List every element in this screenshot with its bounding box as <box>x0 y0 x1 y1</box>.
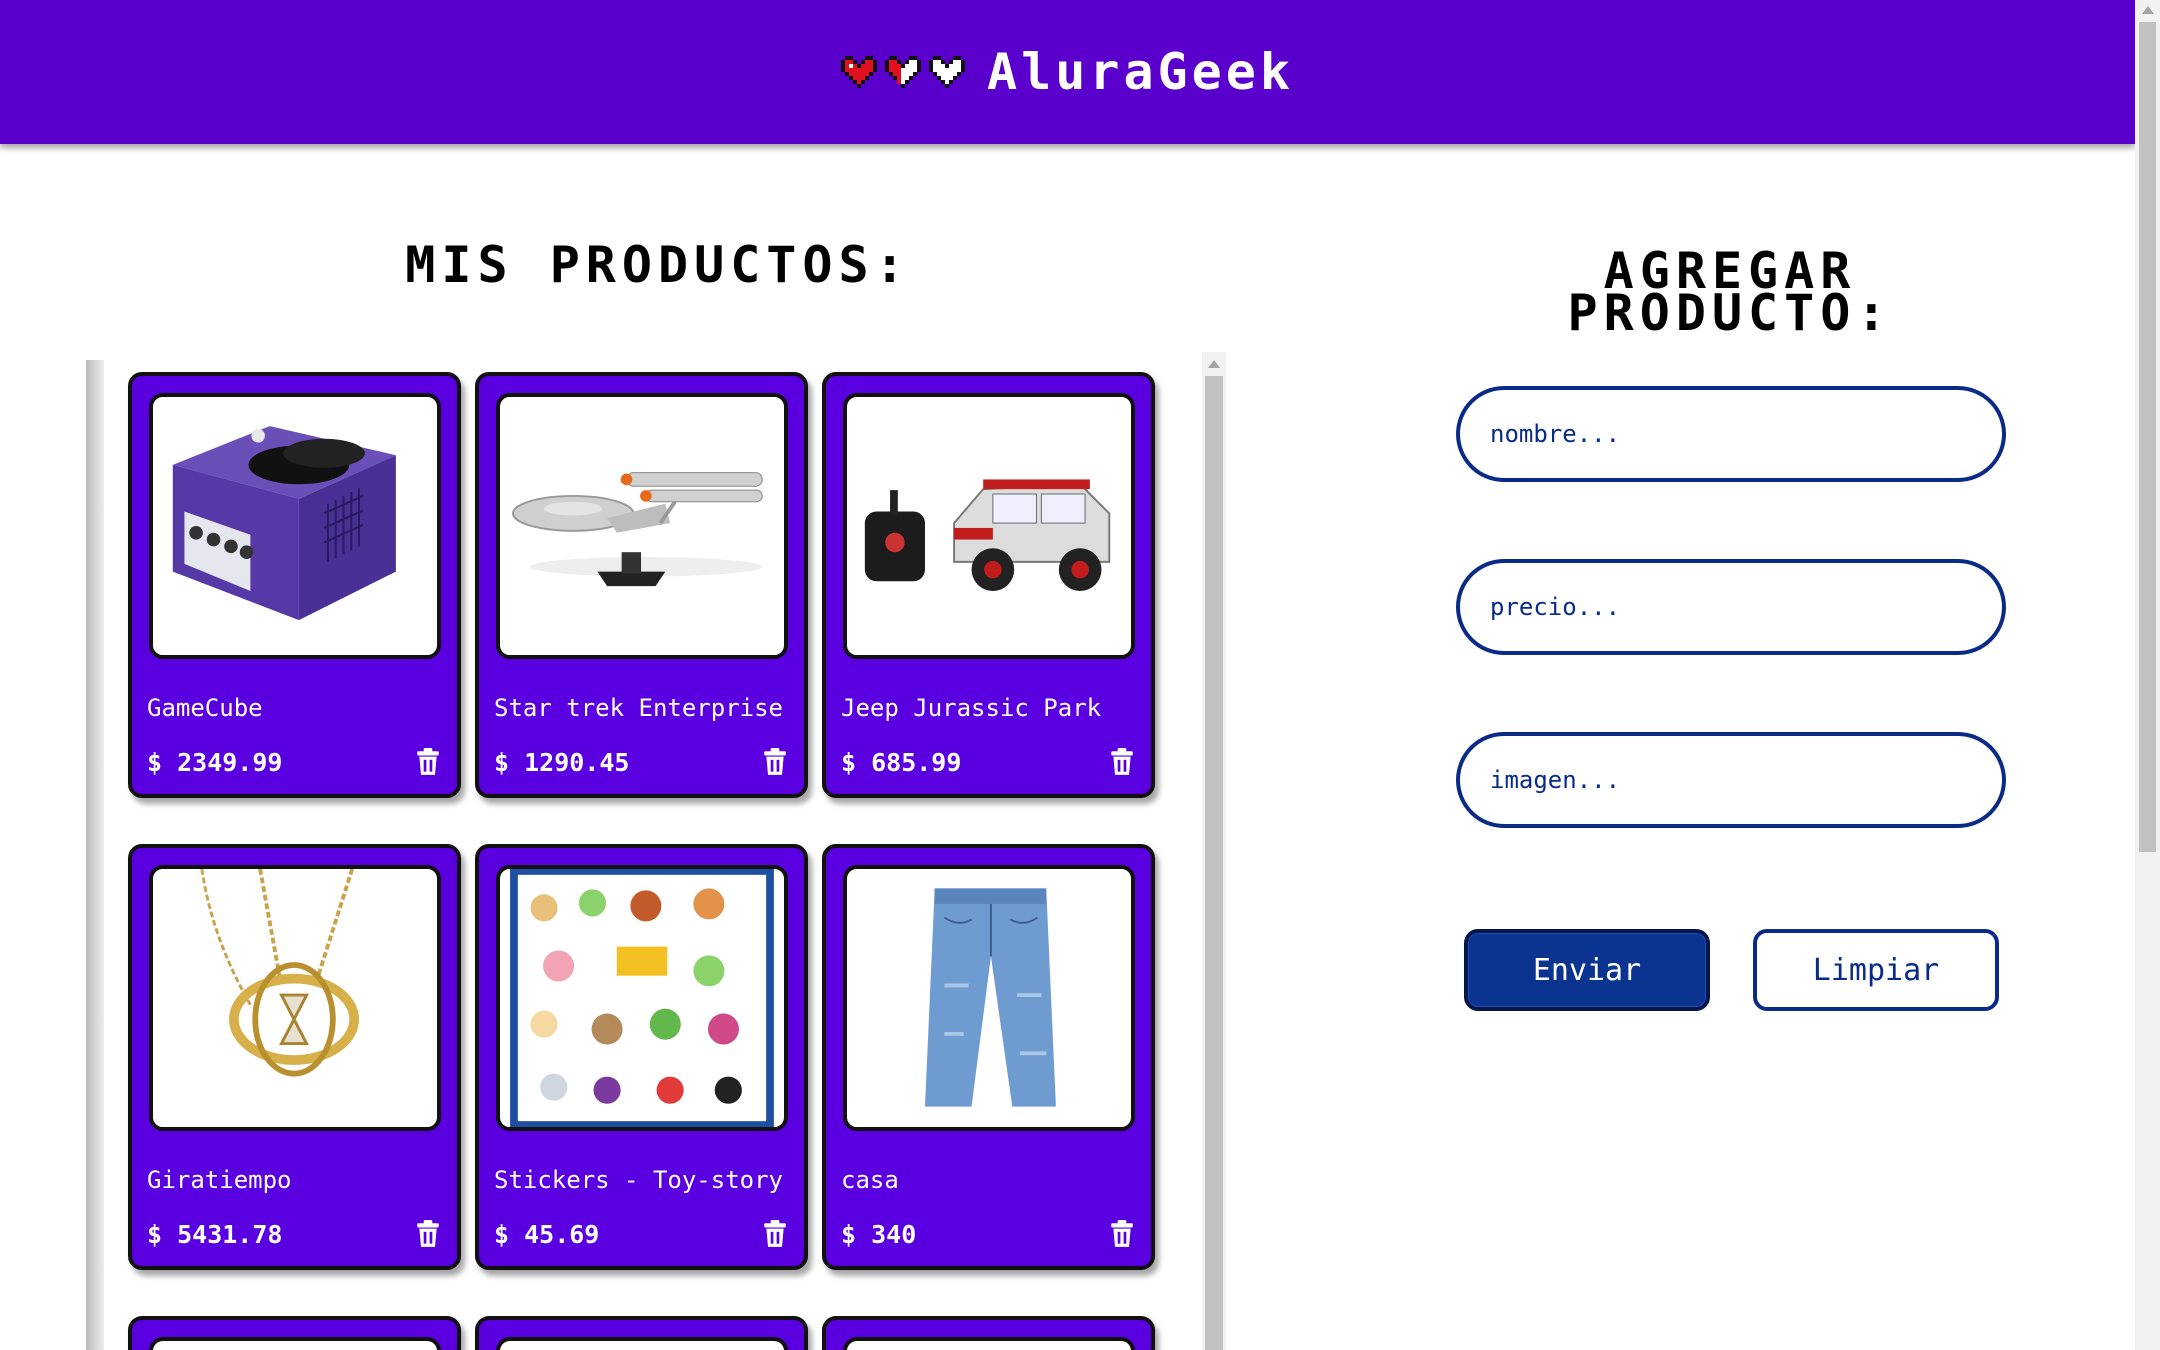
product-price: $ 2349.99 <box>147 748 283 777</box>
product-image <box>843 865 1135 1131</box>
site-header: AluraGeek <box>0 0 2135 144</box>
product-card: Giratiempo $ 5431.78 <box>128 844 461 1270</box>
gamecube-image <box>153 397 437 655</box>
product-image <box>149 865 441 1131</box>
time-turner-image <box>153 869 437 1127</box>
products-grid: GameCube $ 2349.99 Star trek Enterprise … <box>128 372 1155 1350</box>
product-card: Stickers - Toy-story $ 45.69 <box>475 844 808 1270</box>
image-input[interactable] <box>1456 732 2006 828</box>
product-card-partial <box>822 1316 1155 1350</box>
hearts-logo <box>841 54 966 90</box>
product-card-partial <box>475 1316 808 1350</box>
panel-shadow-edge <box>86 360 104 1350</box>
product-image <box>496 393 788 659</box>
product-name: Star trek Enterprise <box>494 694 783 722</box>
products-scrollbar[interactable] <box>1202 352 1226 1350</box>
product-name: Jeep Jurassic Park <box>841 694 1102 722</box>
send-button[interactable]: Enviar <box>1464 929 1710 1011</box>
product-price: $ 45.69 <box>494 1220 600 1249</box>
scroll-up-arrow-icon[interactable] <box>1208 360 1220 368</box>
toy-story-stickers-image <box>500 869 784 1127</box>
product-card: GameCube $ 2349.99 <box>128 372 461 798</box>
product-name: GameCube <box>147 694 263 722</box>
product-name: Stickers - Toy-story <box>494 1166 783 1194</box>
product-price: $ 5431.78 <box>147 1220 283 1249</box>
rc-jeep-image <box>847 397 1131 655</box>
heart-full-icon <box>841 56 878 88</box>
product-image <box>149 1337 441 1350</box>
product-card: casa $ 340 <box>822 844 1155 1270</box>
add-product-title: AGREGAR PRODUCTO: <box>1567 242 1893 342</box>
product-image <box>843 1337 1135 1350</box>
scrollbar-thumb[interactable] <box>2139 22 2156 852</box>
product-card: Jeep Jurassic Park $ 685.99 <box>822 372 1155 798</box>
product-image <box>496 1337 788 1350</box>
product-price: $ 685.99 <box>841 748 962 777</box>
trash-icon[interactable] <box>1109 1220 1135 1248</box>
product-name: casa <box>841 1166 899 1194</box>
product-image <box>149 393 441 659</box>
name-input[interactable] <box>1456 386 2006 482</box>
trash-icon[interactable] <box>762 1220 788 1248</box>
products-title: MIS PRODUCTOS: <box>405 236 911 294</box>
product-price: $ 340 <box>841 1220 917 1249</box>
page-scrollbar[interactable] <box>2135 0 2160 1350</box>
scrollbar-thumb[interactable] <box>1205 376 1223 1350</box>
page: AluraGeek MIS PRODUCTOS: AGREGAR PRODUCT… <box>0 0 2160 1350</box>
price-input[interactable] <box>1456 559 2006 655</box>
product-card-partial <box>128 1316 461 1350</box>
starship-image <box>500 397 784 655</box>
products-panel: GameCube $ 2349.99 Star trek Enterprise … <box>86 352 1226 1350</box>
heart-half-icon <box>885 56 922 88</box>
heart-empty-icon <box>929 56 966 88</box>
brand-name: AluraGeek <box>987 43 1294 101</box>
scroll-up-arrow-icon[interactable] <box>2142 6 2154 14</box>
trash-icon[interactable] <box>1109 748 1135 776</box>
product-price: $ 1290.45 <box>494 748 630 777</box>
product-image <box>496 865 788 1131</box>
product-name: Giratiempo <box>147 1166 292 1194</box>
trash-icon[interactable] <box>415 748 441 776</box>
trash-icon[interactable] <box>762 748 788 776</box>
product-card: Star trek Enterprise $ 1290.45 <box>475 372 808 798</box>
product-image <box>843 393 1135 659</box>
clear-button[interactable]: Limpiar <box>1753 929 1999 1011</box>
trash-icon[interactable] <box>415 1220 441 1248</box>
jeans-image <box>847 869 1131 1127</box>
